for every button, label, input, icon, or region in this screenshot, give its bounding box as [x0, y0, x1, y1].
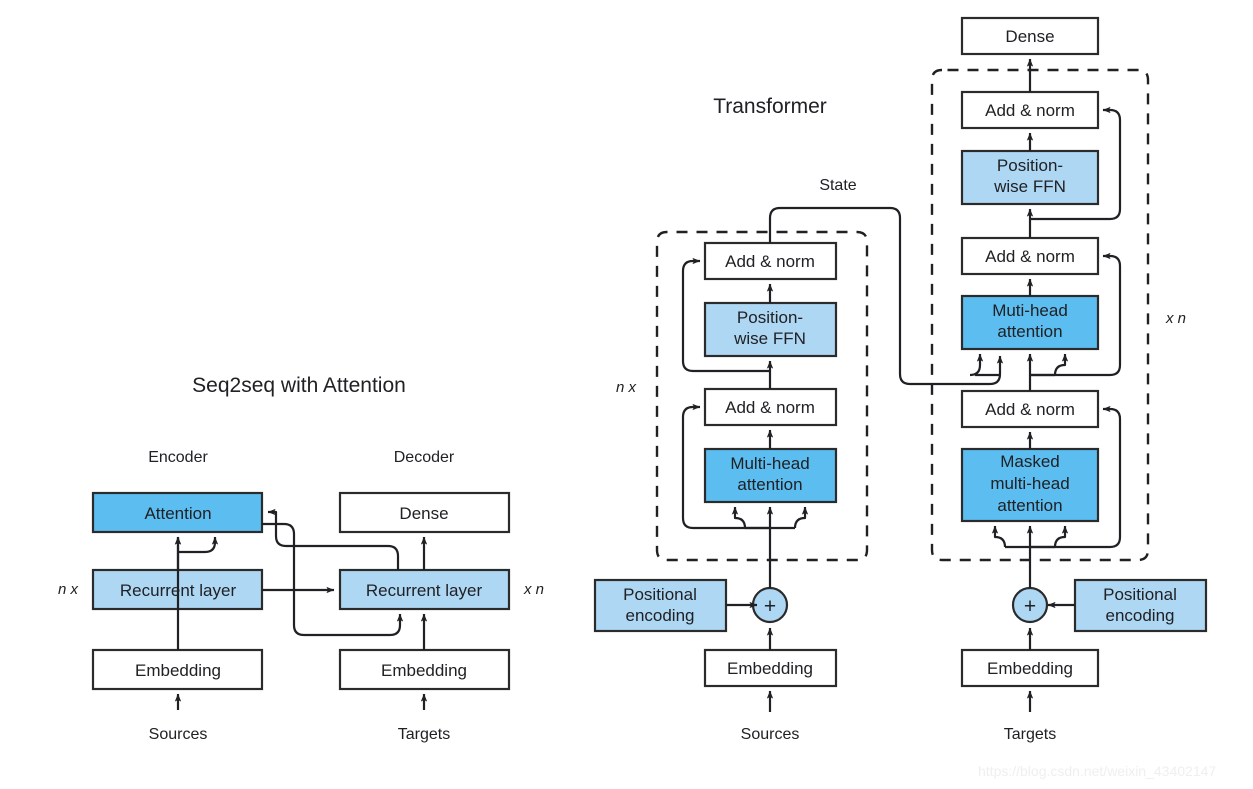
- seq2seq-encoder-embedding-label: Embedding: [135, 661, 221, 680]
- arrow-dec-attn-input-state-left: [969, 353, 984, 377]
- dec-add-norm-mid-label: Add & norm: [985, 247, 1075, 266]
- arrow-enc-recurrent-to-attention-2: [178, 536, 219, 554]
- dec-targets-label: Targets: [1004, 726, 1056, 743]
- transformer-encoder-repeat-label: n x: [616, 379, 637, 396]
- enc-add-circle-label: +: [764, 595, 776, 618]
- state-label: State: [819, 177, 856, 194]
- dec-add-circle-label: +: [1024, 595, 1036, 618]
- watermark-text: https://blog.csdn.net/weixin_43402147: [978, 763, 1216, 779]
- enc-positional-encoding-line1: Positional: [623, 585, 697, 604]
- seq2seq-title: Seq2seq with Attention: [192, 374, 406, 397]
- dec-masked-attention-line3: attention: [997, 496, 1062, 515]
- dec-embedding-label: Embedding: [987, 659, 1073, 678]
- seq2seq-decoder-embedding-label: Embedding: [381, 661, 467, 680]
- diagram-canvas: Seq2seq with Attention Encoder Decoder A…: [0, 0, 1253, 789]
- enc-ffn-label-line2: wise FFN: [733, 329, 806, 348]
- enc-add-norm-bottom-label: Add & norm: [725, 398, 815, 417]
- seq2seq-sources-label: Sources: [149, 726, 208, 743]
- arrow-dec-masked-input-left: [991, 525, 1007, 548]
- arrow-enc-attn-input-right: [793, 506, 809, 529]
- enc-add-norm-top-label: Add & norm: [725, 252, 815, 271]
- enc-positional-encoding-line2: encoding: [625, 606, 694, 625]
- dec-masked-attention-line2: multi-head: [990, 474, 1069, 493]
- seq2seq-dense-label: Dense: [399, 504, 448, 523]
- dec-multihead-attention-label-line1: Muti-head: [992, 301, 1068, 320]
- dec-masked-attention-line1: Masked: [1000, 452, 1060, 471]
- transformer-title: Transformer: [713, 95, 827, 118]
- seq2seq-decoder-repeat-label: x n: [523, 581, 544, 598]
- dec-positional-encoding-line2: encoding: [1105, 606, 1174, 625]
- dec-add-norm-top-label: Add & norm: [985, 101, 1075, 120]
- seq2seq-attention-label: Attention: [144, 504, 211, 523]
- dec-add-norm-bottom-label: Add & norm: [985, 400, 1075, 419]
- enc-sources-label: Sources: [741, 726, 800, 743]
- seq2seq-targets-label: Targets: [398, 726, 450, 743]
- dec-dense-label: Dense: [1005, 27, 1054, 46]
- enc-embedding-label: Embedding: [727, 659, 813, 678]
- dec-ffn-label-line1: Position-: [997, 156, 1063, 175]
- dec-positional-encoding-line1: Positional: [1103, 585, 1177, 604]
- dec-multihead-attention-label-line2: attention: [997, 322, 1062, 341]
- arrow-enc-attn-input-left: [731, 506, 747, 529]
- transformer-decoder-repeat-label: x n: [1165, 310, 1186, 327]
- enc-ffn-label-line1: Position-: [737, 308, 803, 327]
- arrow-dec-attn-input-right: [1053, 353, 1069, 376]
- seq2seq-decoder-label: Decoder: [394, 449, 455, 466]
- enc-multihead-attention-label-line1: Multi-head: [730, 454, 809, 473]
- dec-ffn-label-line2: wise FFN: [993, 177, 1066, 196]
- architecture-diagram: Seq2seq with Attention Encoder Decoder A…: [58, 16, 1216, 779]
- seq2seq-encoder-repeat-label: n x: [58, 581, 79, 598]
- seq2seq-decoder-recurrent-label: Recurrent layer: [366, 581, 483, 600]
- enc-multihead-attention-label-line2: attention: [737, 475, 802, 494]
- arrow-dec-masked-input-right: [1053, 525, 1069, 548]
- seq2seq-encoder-label: Encoder: [148, 449, 208, 466]
